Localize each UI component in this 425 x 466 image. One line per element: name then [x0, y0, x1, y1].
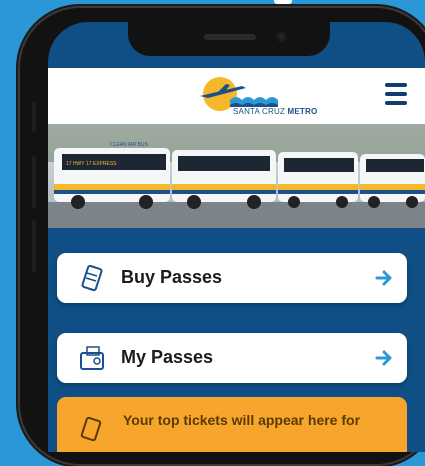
arrow-right-icon	[375, 350, 392, 366]
ticket-outline-icon	[80, 416, 102, 442]
volume-down-button	[32, 220, 36, 272]
notice-text: Your top tickets will appear here for	[123, 412, 361, 428]
arrow-right-icon	[375, 270, 392, 286]
app-screen: SANTA CRUZ METRO CLEAN AIR BUS 17 HWY 17…	[48, 22, 425, 452]
my-passes-button[interactable]: My Passes	[57, 333, 407, 383]
brand-name: METRO	[287, 107, 318, 116]
buy-passes-button[interactable]: Buy Passes	[57, 253, 407, 303]
background-fragment	[274, 0, 292, 4]
wallet-ticket-icon	[80, 346, 104, 370]
mute-switch	[32, 102, 36, 132]
hamburger-menu-icon[interactable]	[385, 83, 407, 105]
speaker-grille	[204, 34, 256, 40]
bus-side-text: CLEAN AIR BUS	[110, 142, 148, 148]
volume-up-button	[32, 156, 36, 208]
top-tickets-notice: Your top tickets will appear here for	[57, 397, 407, 452]
bus-route-text: 17 HWY 17 EXPRESS	[66, 161, 117, 167]
brand-text: SANTA CRUZ METRO	[233, 107, 317, 116]
front-camera	[276, 31, 287, 42]
bus-photo: CLEAN AIR BUS 17 HWY 17 EXPRESS	[48, 124, 425, 228]
ticket-icon	[81, 264, 103, 292]
my-passes-label: My Passes	[121, 347, 214, 367]
buy-passes-label: Buy Passes	[121, 267, 223, 287]
app-header: SANTA CRUZ METRO	[48, 68, 425, 124]
phone-notch	[128, 22, 330, 56]
brand-prefix: SANTA CRUZ	[233, 107, 286, 116]
bus-fleet-photo: CLEAN AIR BUS 17 HWY 17 EXPRESS	[48, 124, 425, 228]
